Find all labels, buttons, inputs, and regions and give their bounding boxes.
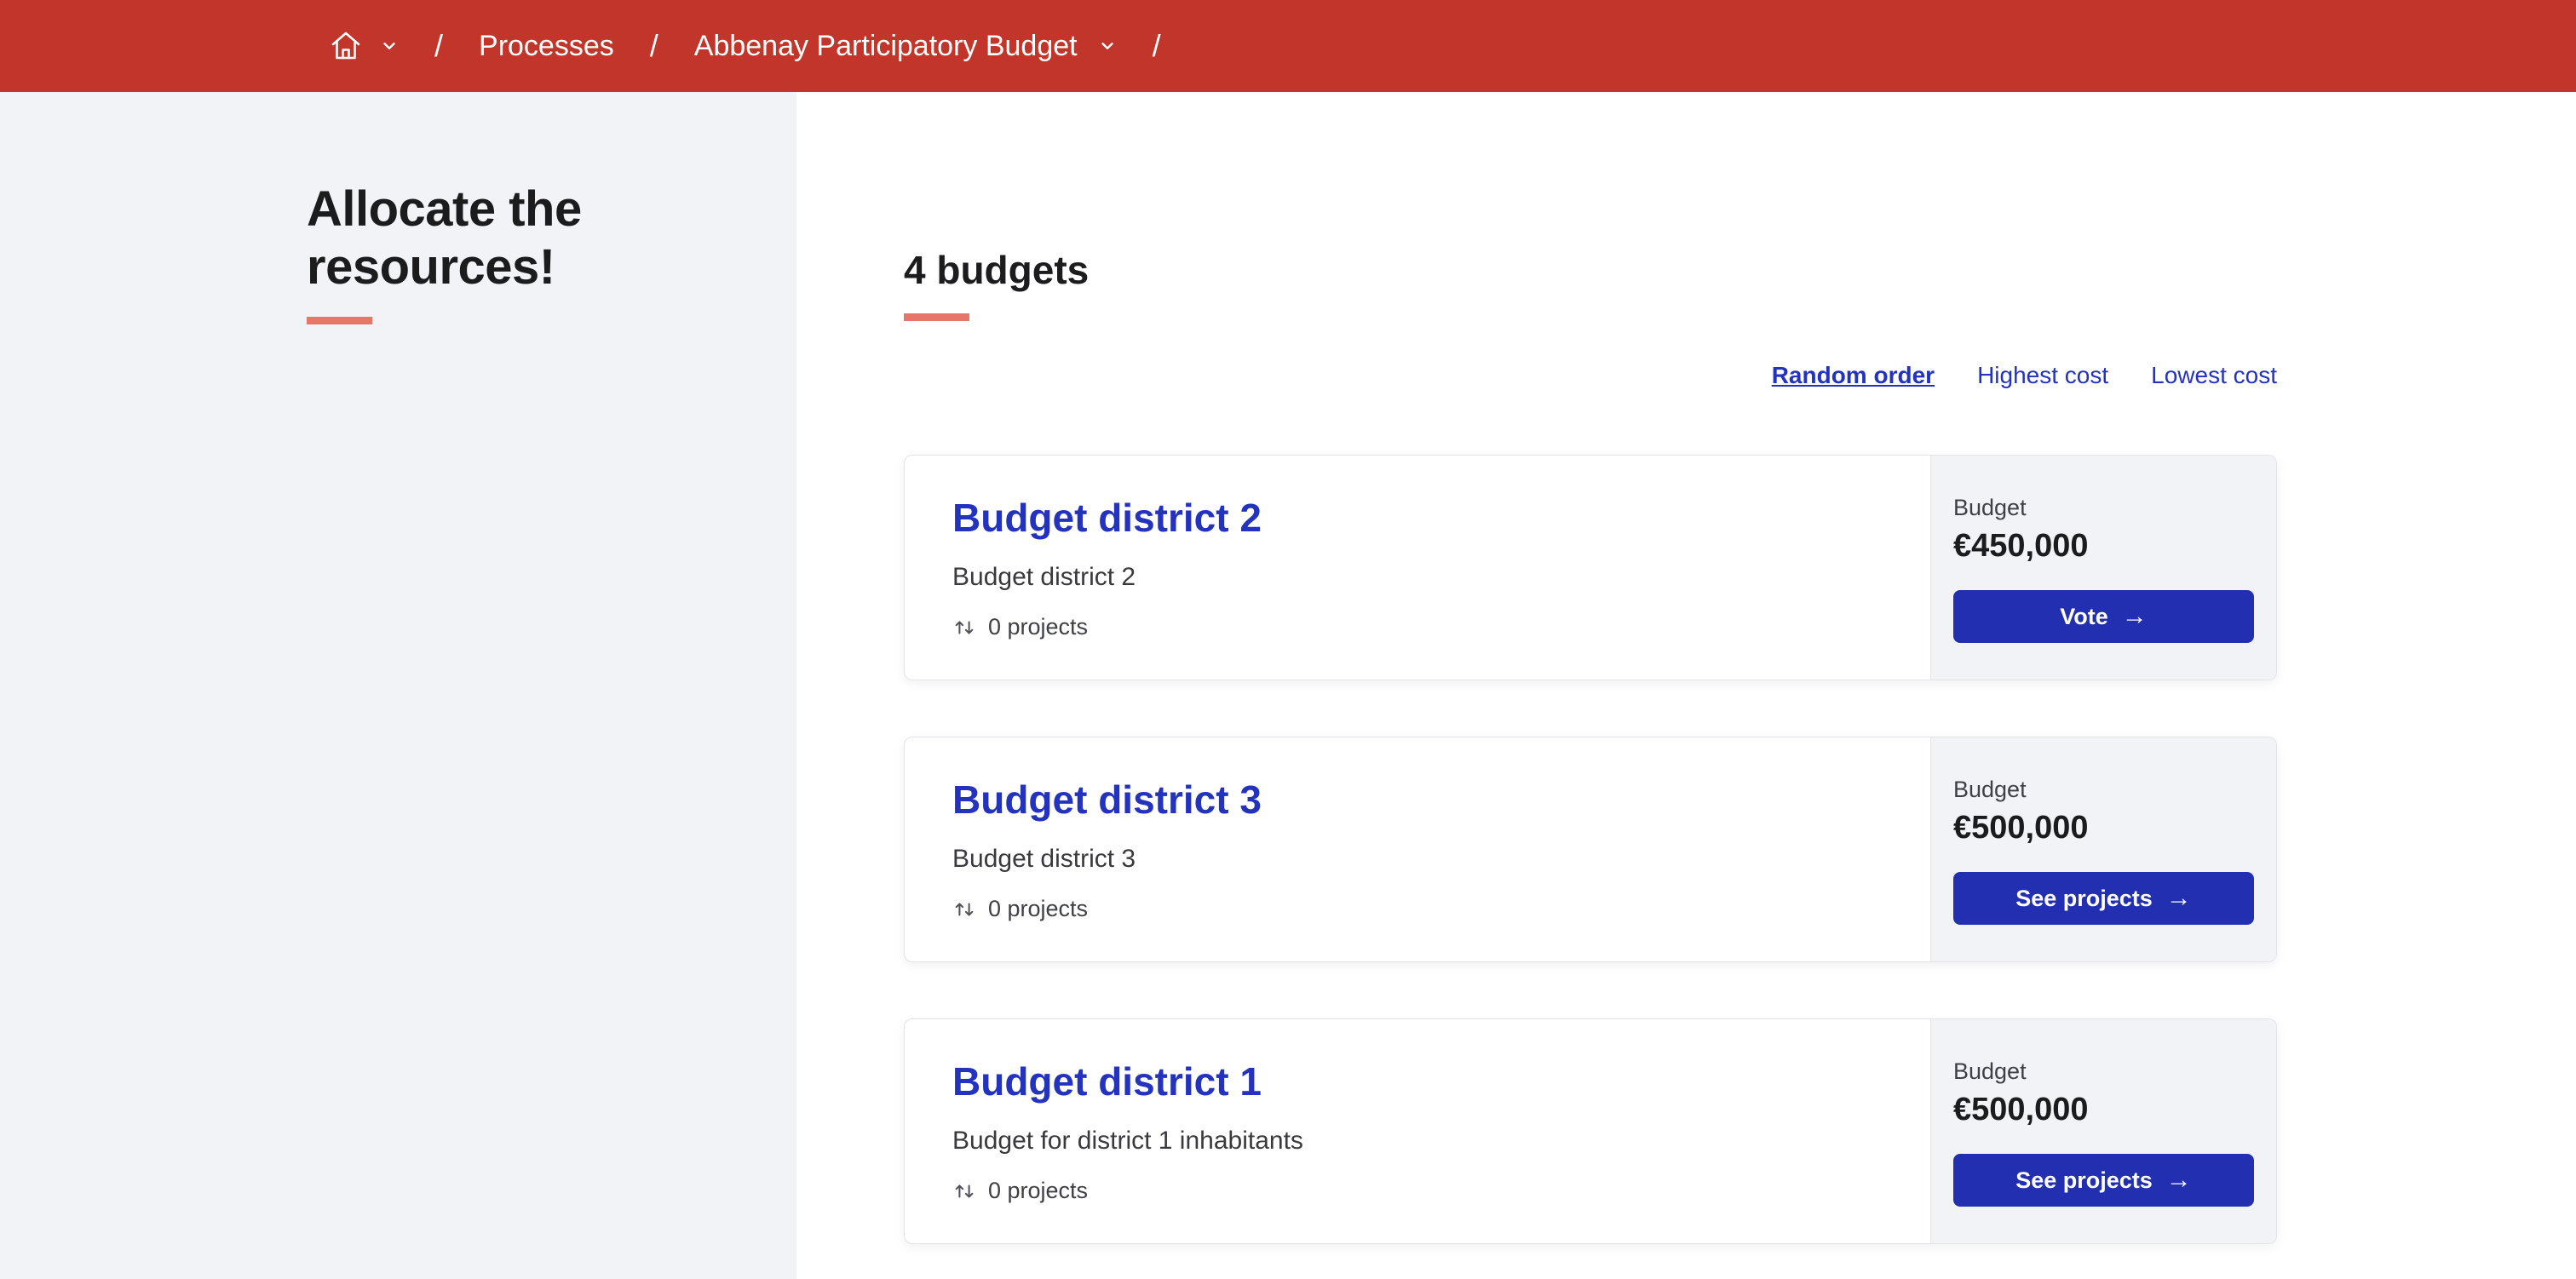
projects-count-icon [952,898,976,921]
action-button-label: See projects [2015,1167,2153,1193]
budget-amount: €450,000 [1953,528,2089,564]
budget-card: Budget district 3 Budget district 3 0 pr… [904,737,2277,962]
title-accent-underline [307,316,372,324]
action-button-label: Vote [2060,603,2108,629]
projects-count-icon [952,616,976,640]
budget-title-link[interactable]: Budget district 1 [952,1058,1262,1104]
sort-random-order[interactable]: Random order [1772,362,1935,389]
budget-title-link[interactable]: Budget district 2 [952,495,1262,541]
breadcrumb-separator: / [434,28,444,63]
budget-card-body: Budget district 1 Budget for district 1 … [905,1019,1930,1243]
sort-lowest-cost[interactable]: Lowest cost [2151,362,2277,389]
breadcrumb-item-processes[interactable]: Processes [479,30,614,63]
topbar: / Processes / Abbenay Participatory Budg… [0,0,2576,92]
budget-card: Budget district 1 Budget for district 1 … [904,1018,2277,1244]
see-projects-button[interactable]: See projects → [1953,1154,2254,1207]
breadcrumb-home[interactable] [329,29,399,63]
page-title: Allocate the resources! [307,181,582,295]
budget-label: Budget [1953,1058,2027,1084]
budget-title-link[interactable]: Budget district 3 [952,777,1262,823]
budget-card-body: Budget district 3 Budget district 3 0 pr… [905,737,1930,961]
budget-projects-row: 0 projects [952,896,1883,922]
chevron-down-icon[interactable] [380,37,399,55]
budget-description: Budget district 3 [952,845,1136,873]
projects-count-label: 0 projects [988,1178,1089,1203]
page-layout: Allocate the resources! 4 budgets Random… [0,92,2576,1279]
chevron-down-icon[interactable] [1098,37,1117,55]
budget-card-aside: Budget €500,000 See projects → [1930,1019,2276,1243]
budget-amount: €500,000 [1953,1092,2089,1127]
budget-label: Budget [1953,495,2027,520]
breadcrumb-separator: / [1152,28,1161,63]
arrow-right-icon: → [2121,602,2148,630]
budget-card-aside: Budget €500,000 See projects → [1930,737,2276,961]
breadcrumb-separator: / [649,28,658,63]
vote-button[interactable]: Vote → [1953,590,2254,643]
sort-highest-cost[interactable]: Highest cost [1977,362,2108,389]
action-button-label: See projects [2015,885,2153,911]
budget-card-aside: Budget €450,000 Vote → [1930,456,2276,680]
sidebar: Allocate the resources! [0,92,796,1279]
projects-count-label: 0 projects [988,614,1089,640]
budget-card: Budget district 2 Budget district 2 0 pr… [904,455,2277,680]
budget-description: Budget for district 1 inhabitants [952,1127,1303,1155]
budget-amount: €500,000 [1953,810,2089,846]
budget-card-body: Budget district 2 Budget district 2 0 pr… [905,456,1930,680]
breadcrumb-item-process-title[interactable]: Abbenay Participatory Budget [694,30,1078,63]
arrow-right-icon: → [2165,884,2192,912]
arrow-right-icon: → [2165,1166,2192,1194]
budgets-count-heading: 4 budgets [904,248,1090,292]
see-projects-button[interactable]: See projects → [1953,872,2254,925]
budget-description: Budget district 2 [952,563,1136,591]
projects-count-icon [952,1179,976,1203]
home-icon[interactable] [329,29,363,63]
budget-label: Budget [1953,777,2027,802]
projects-count-label: 0 projects [988,896,1089,921]
main-content: 4 budgets Random order Highest cost Lowe… [796,92,2576,1279]
budget-card-list: Budget district 2 Budget district 2 0 pr… [904,455,2277,1244]
budget-projects-row: 0 projects [952,1178,1883,1204]
sort-options: Random order Highest cost Lowest cost [904,362,2277,389]
heading-accent-underline [904,313,969,321]
budget-projects-row: 0 projects [952,614,1883,640]
